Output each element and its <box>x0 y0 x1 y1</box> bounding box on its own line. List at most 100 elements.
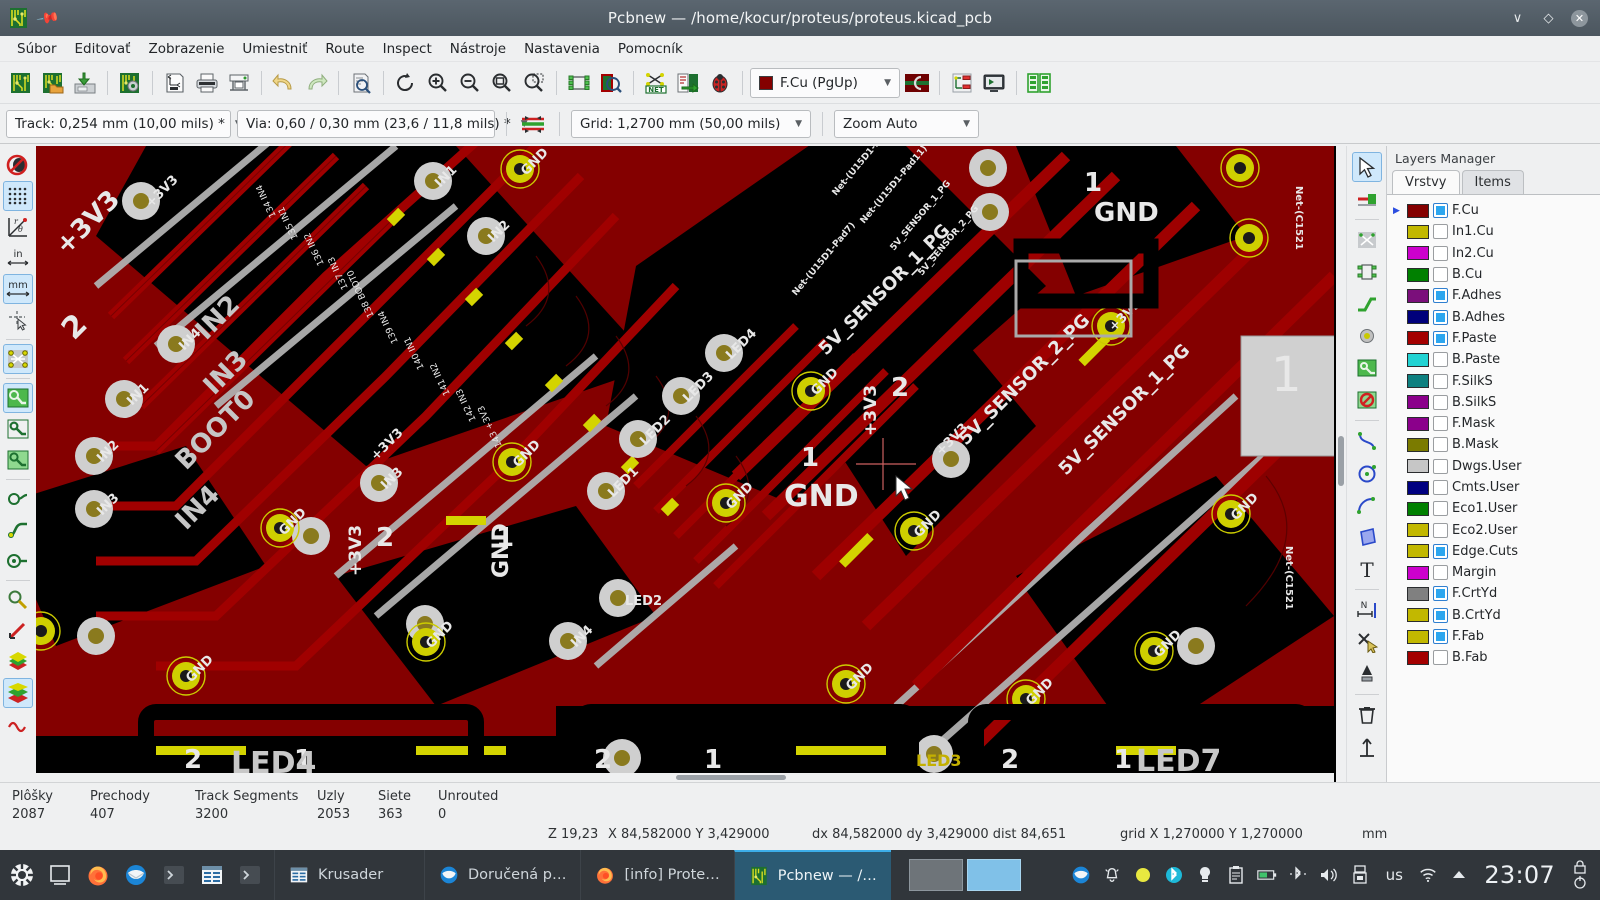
new-board-button[interactable] <box>6 68 36 98</box>
layer-row-eco1-user[interactable]: Eco1.User <box>1389 498 1600 519</box>
canvas-hscrollbar[interactable] <box>36 773 1334 782</box>
layer-visibility-checkbox[interactable] <box>1433 501 1448 517</box>
layer-visibility-checkbox[interactable] <box>1433 522 1448 538</box>
menu-file[interactable]: Súbor <box>8 38 66 60</box>
units-mm-button[interactable]: mm <box>3 274 33 304</box>
draw-polygon-button[interactable] <box>1352 522 1382 552</box>
netlist-button[interactable]: NET <box>641 68 671 98</box>
tray-clipboard-icon[interactable] <box>1226 864 1246 886</box>
highlight-net-tool-button[interactable] <box>1352 184 1382 214</box>
show-ratsnest-button[interactable] <box>3 344 33 374</box>
drc-button[interactable] <box>705 68 735 98</box>
menu-place[interactable]: Umiestniť <box>233 38 316 60</box>
desktop-1[interactable] <box>908 859 963 891</box>
layer-color-swatch[interactable] <box>1407 246 1429 261</box>
layer-visibility-checkbox[interactable] <box>1433 245 1448 261</box>
lock-power-icon[interactable] <box>1570 860 1590 889</box>
layer-color-swatch[interactable] <box>1407 203 1429 218</box>
layer-color-swatch[interactable] <box>1407 608 1429 623</box>
layer-color-swatch[interactable] <box>1407 629 1429 644</box>
task-firefox[interactable]: [info] Prote… <box>580 850 733 900</box>
layer-visibility-checkbox[interactable] <box>1433 394 1448 410</box>
route-track-button[interactable] <box>1352 289 1382 319</box>
via-size-selector[interactable]: Via: 0,60 / 0,30 mm (23,6 / 11,8 mils) *… <box>237 109 528 138</box>
layer-color-swatch[interactable] <box>1407 523 1429 538</box>
thunderbird-launcher[interactable] <box>120 859 152 891</box>
fill-zones-button[interactable] <box>3 383 33 413</box>
layer-visibility-checkbox[interactable] <box>1433 437 1448 453</box>
layer-color-swatch[interactable] <box>1407 565 1429 580</box>
show-ratsnest-button[interactable] <box>947 68 977 98</box>
3d-viewer-button[interactable] <box>979 68 1009 98</box>
footprint-viewer-button[interactable] <box>596 68 626 98</box>
clock[interactable]: 23:07 <box>1480 861 1559 889</box>
layer-visibility-checkbox[interactable] <box>1433 607 1448 623</box>
zoom-tool-button[interactable] <box>3 585 33 615</box>
tray-bluetooth-transfer-icon[interactable] <box>1288 864 1308 886</box>
track-sketch-button[interactable] <box>3 515 33 545</box>
track-via-size-sync-button[interactable] <box>518 109 548 139</box>
close-button[interactable]: ✕ <box>1571 9 1588 27</box>
layer-color-swatch[interactable] <box>1407 480 1429 495</box>
zoom-in-button[interactable] <box>423 68 453 98</box>
add-via-button[interactable] <box>1352 321 1382 351</box>
task-pcbnew[interactable]: Pcbnew — /… <box>733 850 891 900</box>
menu-inspect[interactable]: Inspect <box>374 38 441 60</box>
canvas-hscroll-thumb[interactable] <box>676 775 786 780</box>
text-sketch-button[interactable] <box>3 709 33 739</box>
zoom-fit-button[interactable] <box>487 68 517 98</box>
tray-battery-icon[interactable] <box>1257 864 1277 886</box>
task-thunderbird[interactable]: Doručená p… <box>424 850 580 900</box>
layer-row-edge-cuts[interactable]: Edge.Cuts <box>1389 541 1600 562</box>
zoom-out-button[interactable] <box>455 68 485 98</box>
board-setup-button[interactable] <box>115 68 145 98</box>
plot-button[interactable] <box>224 68 254 98</box>
page-settings-button[interactable] <box>160 68 190 98</box>
tab-layers[interactable]: Vrstvy <box>1392 170 1460 194</box>
tray-removable-device-icon[interactable] <box>1350 864 1370 886</box>
measure-tool-button[interactable] <box>3 616 33 646</box>
menu-view[interactable]: Zobrazenie <box>139 38 233 60</box>
draw-text-button[interactable]: T <box>1352 554 1382 584</box>
layer-color-swatch[interactable] <box>1407 374 1429 389</box>
save-board-button[interactable] <box>70 68 100 98</box>
layer-row-b-mask[interactable]: B.Mask <box>1389 434 1600 455</box>
layer-row-b-adhes[interactable]: B.Adhes <box>1389 306 1600 327</box>
tray-status-icon[interactable] <box>1133 864 1153 886</box>
polar-coords-button[interactable]: r θ <box>3 212 33 242</box>
terminal-launcher[interactable] <box>158 859 190 891</box>
menu-help[interactable]: Pomocník <box>609 38 692 60</box>
add-footprint-button[interactable] <box>1352 257 1382 287</box>
layer-visibility-checkbox[interactable] <box>1433 309 1448 325</box>
layer-visibility-checkbox[interactable] <box>1433 203 1448 219</box>
highlight-net-button[interactable] <box>902 68 932 98</box>
tray-thunderbird-icon[interactable] <box>1071 864 1091 886</box>
maximize-button[interactable]: ◇ <box>1540 10 1557 27</box>
layer-color-swatch[interactable] <box>1407 650 1429 665</box>
layer-color-swatch[interactable] <box>1407 437 1429 452</box>
drc-disable-button[interactable] <box>3 150 33 180</box>
layer-row-f-silks[interactable]: F.SilkS <box>1389 370 1600 391</box>
layer-row-margin[interactable]: Margin <box>1389 562 1600 583</box>
layer-row-cmts-user[interactable]: Cmts.User <box>1389 477 1600 498</box>
measure-button[interactable] <box>1352 732 1382 762</box>
krusader-launcher[interactable] <box>196 859 228 891</box>
layer-color-swatch[interactable] <box>1407 459 1429 474</box>
draw-circle-button[interactable] <box>1352 458 1382 488</box>
terminal-launcher-2[interactable] <box>234 859 266 891</box>
layer-row-in2-cu[interactable]: In2.Cu <box>1389 243 1600 264</box>
update-pcb-button[interactable] <box>673 68 703 98</box>
menu-preferences[interactable]: Nastavenia <box>515 38 609 60</box>
zoom-area-button[interactable] <box>519 68 549 98</box>
layer-row-in1-cu[interactable]: In1.Cu <box>1389 221 1600 242</box>
layer-visibility-checkbox[interactable] <box>1433 352 1448 368</box>
firefox-launcher[interactable] <box>82 859 114 891</box>
layer-row-b-paste[interactable]: B.Paste <box>1389 349 1600 370</box>
track-width-selector[interactable]: Track: 0,254 mm (10,00 mils) * ▼ <box>6 109 242 138</box>
draw-line-button[interactable] <box>1352 426 1382 456</box>
layer-row-f-paste[interactable]: F.Paste <box>1389 328 1600 349</box>
units-inches-button[interactable]: in <box>3 243 33 273</box>
undo-button[interactable] <box>269 68 299 98</box>
set-origin-button[interactable] <box>1352 659 1382 689</box>
find-button[interactable] <box>346 68 376 98</box>
